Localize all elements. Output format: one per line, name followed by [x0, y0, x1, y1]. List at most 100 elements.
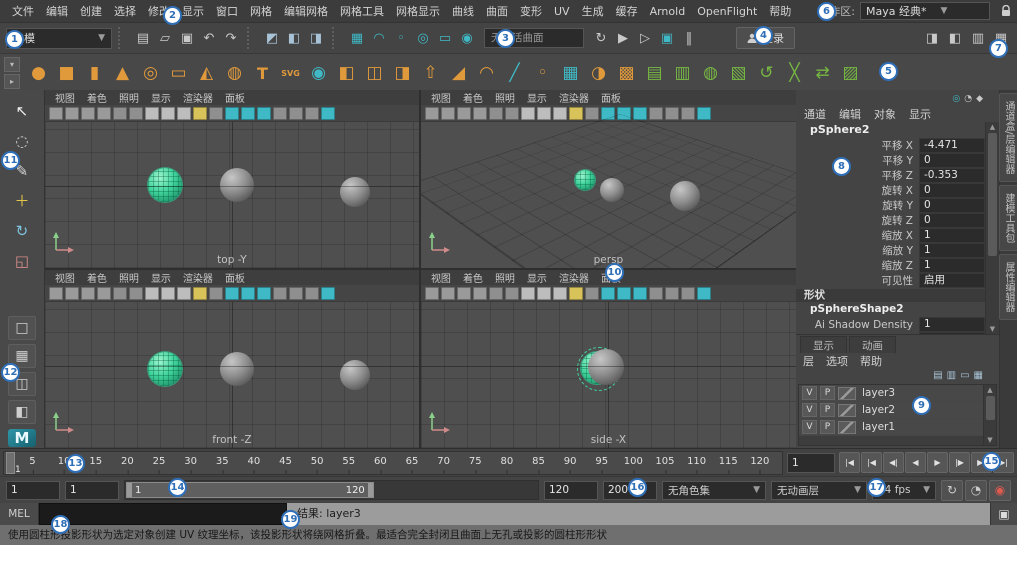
range-handle-bar[interactable]: 1 120 [126, 482, 374, 498]
exposure-icon[interactable] [320, 286, 335, 300]
viewport-menu-item[interactable]: 显示 [145, 90, 177, 105]
menu-item[interactable]: 生成 [576, 0, 610, 22]
channel-box-scrollbar[interactable]: ▲ ▼ [985, 122, 999, 334]
sphere[interactable] [339, 177, 370, 207]
scroll-up-icon[interactable]: ▲ [990, 122, 995, 132]
viewport-menu-item[interactable]: 照明 [489, 270, 521, 285]
select-component-mode-icon[interactable]: ◨ [306, 28, 326, 48]
anti-aliasing-icon[interactable] [632, 106, 647, 120]
use-all-lights-icon[interactable] [568, 286, 583, 300]
extrude-icon[interactable]: ⇧ [418, 60, 443, 86]
layer-name[interactable]: layer2 [859, 404, 895, 416]
select-hierarchy-mode-icon[interactable]: ◩ [262, 28, 282, 48]
depth-of-field-icon[interactable] [648, 106, 663, 120]
two-d-pan-zoom-icon[interactable] [504, 106, 519, 120]
viewport-menu-item[interactable]: 面板 [219, 90, 251, 105]
mirror-icon[interactable]: ◑ [586, 60, 611, 86]
command-language-toggle[interactable]: MEL [0, 503, 39, 525]
ipr-render-icon[interactable]: ▷ [635, 28, 655, 48]
sphere[interactable] [669, 181, 700, 211]
time-ruler[interactable]: 1 5 10 15 20 25 30 35 40 45 50 55 60 65 70 75 80 85 90 95 1… [3, 450, 783, 475]
shaded-mode-icon[interactable] [536, 286, 551, 300]
channel-name[interactable]: 缩放 X [796, 228, 919, 243]
script-editor-button[interactable]: ▣ [990, 503, 1017, 525]
multi-cut-icon[interactable]: ╱ [502, 60, 527, 86]
separate-icon[interactable]: ◨ [390, 60, 415, 86]
viewport-menu-item[interactable]: 视图 [425, 270, 457, 285]
quad-draw-icon[interactable]: ▦ [558, 60, 583, 86]
svg-tool-icon[interactable]: SVG [278, 60, 303, 86]
shadows-icon[interactable] [208, 286, 223, 300]
image-plane-icon[interactable] [488, 106, 503, 120]
snap-to-curves-icon[interactable]: ◠ [369, 28, 389, 48]
sidebar-tab[interactable]: 通道盒/层编辑器 [999, 93, 1017, 183]
uv-cylindrical-map-icon[interactable]: ▥ [670, 60, 695, 86]
channel-box-menu-item[interactable]: 通道 [804, 106, 826, 122]
workspace-selector[interactable]: 工作区: Maya 经典* ▼ [818, 2, 1011, 20]
menu-item[interactable]: 编辑 [40, 0, 74, 22]
anti-aliasing-icon[interactable] [256, 106, 271, 120]
layer-playback-toggle[interactable]: P [820, 403, 835, 417]
poly-pipe-icon[interactable]: ◍ [222, 60, 247, 86]
viewport-menu-item[interactable]: 渲染器 [177, 90, 219, 105]
undo-icon[interactable]: ↶ [199, 28, 219, 48]
use-all-lights-icon[interactable] [192, 106, 207, 120]
viewport-menu-item[interactable]: 面板 [595, 90, 627, 105]
scroll-up-icon[interactable]: ▲ [987, 385, 992, 395]
toolbar-separator[interactable] [332, 27, 341, 49]
x-ray-icon[interactable] [304, 286, 319, 300]
viewport-menu-item[interactable]: 渲染器 [553, 90, 595, 105]
viewport-canvas[interactable]: front -Z [44, 302, 419, 448]
channel-name[interactable]: 旋转 Z [796, 213, 919, 228]
menu-item[interactable]: Arnold [644, 2, 692, 21]
layer-editor-menu-item[interactable]: 选项 [826, 353, 848, 369]
poly-sphere-icon[interactable]: ● [26, 60, 51, 86]
channel-name[interactable]: Ai Exposure [796, 334, 919, 335]
layer-row[interactable]: V P layer3 [799, 385, 983, 402]
isolate-select-icon[interactable] [288, 286, 303, 300]
menu-item[interactable]: UV [548, 2, 576, 21]
open-scene-icon[interactable]: ▱ [155, 28, 175, 48]
exposure-icon[interactable] [696, 106, 711, 120]
menu-item[interactable]: 网格 [244, 0, 278, 22]
new-scene-icon[interactable]: ▤ [133, 28, 153, 48]
viewport-menu-item[interactable]: 显示 [521, 90, 553, 105]
snap-to-view-planes-icon[interactable]: ▭ [435, 28, 455, 48]
channel-name[interactable]: 旋转 X [796, 183, 919, 198]
new-layer-from-selected-icon[interactable]: ▦ [974, 370, 983, 381]
channel-value-field[interactable]: 0 [919, 183, 985, 198]
menu-item[interactable]: 窗口 [210, 0, 244, 22]
menu-item[interactable]: 网格工具 [334, 0, 390, 22]
select-object-mode-icon[interactable]: ◧ [284, 28, 304, 48]
new-empty-layer-icon[interactable]: ▭ [960, 370, 969, 381]
shaded-mode-icon[interactable] [160, 106, 175, 120]
bevel-icon[interactable]: ◢ [446, 60, 471, 86]
anim-layer-dropdown[interactable]: 无动画层 ▼ [771, 480, 867, 500]
sphere-selected[interactable] [147, 168, 182, 202]
step-back-one-key-button[interactable]: |◀ [861, 452, 882, 473]
viewport-menu-item[interactable]: 显示 [145, 270, 177, 285]
menu-item[interactable]: 文件 [6, 0, 40, 22]
sidebar-tab[interactable]: 属性编辑器 [999, 254, 1017, 321]
move-layer-up-icon[interactable]: ▤ [933, 370, 942, 381]
combine-icon[interactable]: ◫ [362, 60, 387, 86]
command-input[interactable] [39, 503, 287, 525]
playback-end-field[interactable]: 120 [544, 480, 598, 500]
layer-editor-menu-item[interactable]: 层 [803, 353, 814, 369]
menu-item[interactable]: 曲面 [480, 0, 514, 22]
exposure-icon[interactable] [696, 286, 711, 300]
viewport-canvas[interactable]: persp [420, 114, 796, 268]
bookmarks-icon[interactable] [472, 106, 487, 120]
menu-item[interactable]: OpenFlight [691, 2, 763, 21]
depth-of-field-icon[interactable] [272, 106, 287, 120]
scroll-down-icon[interactable]: ▼ [987, 435, 992, 445]
screen-space-ao-icon[interactable] [600, 286, 615, 300]
viewport-menu-item[interactable]: 照明 [113, 90, 145, 105]
motion-blur-icon[interactable] [240, 106, 255, 120]
x-ray-icon[interactable] [304, 106, 319, 120]
layer-color-swatch[interactable] [838, 403, 856, 417]
poly-pyramid-icon[interactable]: ◭ [194, 60, 219, 86]
save-scene-icon[interactable]: ▣ [177, 28, 197, 48]
viewport-menu-item[interactable]: 照明 [489, 90, 521, 105]
uv-planar-map-icon[interactable]: ▤ [642, 60, 667, 86]
